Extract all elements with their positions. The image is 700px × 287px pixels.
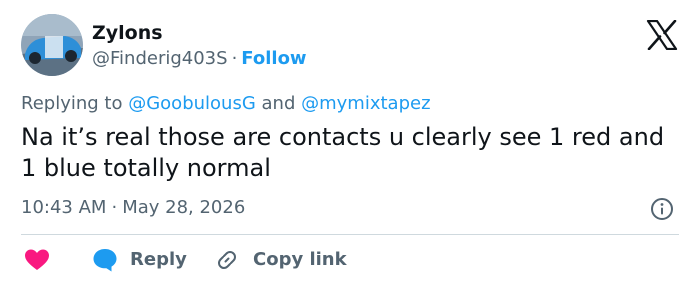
- author-handle-row: @Finderig403S · Follow: [92, 47, 307, 71]
- tweet-card: Zylons @Finderig403S · Follow Replying to …: [0, 0, 700, 287]
- copy-link-button[interactable]: Copy link: [215, 245, 347, 275]
- heart-icon[interactable]: [24, 248, 50, 272]
- tweet-date: May 28, 2026: [122, 197, 246, 218]
- reply-button[interactable]: Reply: [92, 245, 187, 275]
- tweet-text: Na it’s real those are contacts u clearl…: [21, 123, 665, 182]
- x-logo-icon[interactable]: [646, 20, 678, 50]
- author-handle[interactable]: @Finderig403S: [92, 48, 228, 69]
- mention-mymixtapez[interactable]: @mymixtapez: [301, 93, 430, 114]
- author-name[interactable]: Zylons: [92, 21, 163, 45]
- link-icon: [218, 251, 236, 269]
- copy-link-label: Copy link: [253, 249, 347, 270]
- reply-context: Replying to @GoobulousG and @mymixtapez: [21, 92, 431, 116]
- avatar[interactable]: [21, 14, 83, 76]
- handle-separator: ·: [231, 48, 238, 69]
- tweet-time: 10:43 AM: [21, 197, 107, 218]
- divider: [21, 234, 679, 235]
- speech-bubble-icon: [93, 249, 117, 272]
- avatar-image: [21, 14, 83, 76]
- timestamp-separator: ·: [111, 197, 118, 218]
- reply-context-prefix: Replying to: [21, 93, 123, 114]
- info-icon[interactable]: [650, 197, 674, 221]
- tweet-timestamp[interactable]: 10:43 AM · May 28, 2026: [21, 196, 245, 220]
- follow-button[interactable]: Follow: [241, 48, 306, 69]
- mention-goobulousg[interactable]: @GoobulousG: [128, 93, 256, 114]
- reply-context-and: and: [261, 93, 296, 114]
- reply-label: Reply: [130, 249, 187, 270]
